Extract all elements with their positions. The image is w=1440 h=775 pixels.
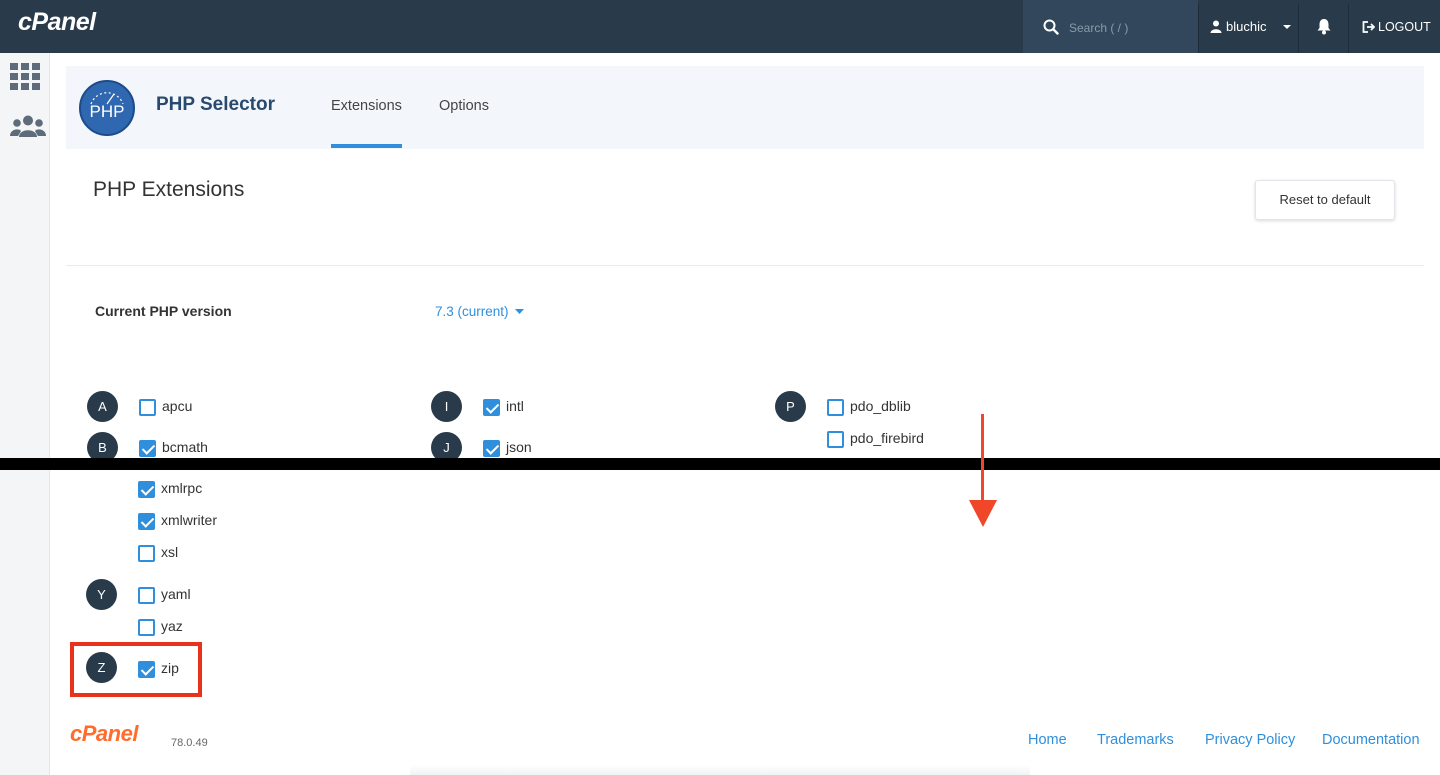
php-version-value: 7.3 (current) bbox=[435, 304, 509, 319]
footer-version: 78.0.49 bbox=[171, 737, 208, 749]
topbar-separator bbox=[1298, 4, 1299, 53]
php-logo-icon: PHP bbox=[79, 80, 135, 136]
checkbox-xmlrpc[interactable] bbox=[138, 481, 155, 498]
footer-link-privacy-policy[interactable]: Privacy Policy bbox=[1205, 732, 1295, 748]
app-header: PHP PHP Selector Extensions Options bbox=[66, 66, 1424, 149]
checkbox-yaml[interactable] bbox=[138, 587, 155, 604]
extension-label-pdo-firebird: pdo_firebird bbox=[850, 430, 924, 446]
page-title: PHP Selector bbox=[156, 94, 275, 115]
search-icon bbox=[1043, 19, 1059, 35]
reset-to-default-button[interactable]: Reset to default bbox=[1255, 180, 1395, 220]
extension-label-pdo-dblib: pdo_dblib bbox=[850, 398, 911, 414]
zip-highlight-box bbox=[70, 642, 202, 697]
topbar-separator bbox=[1198, 4, 1199, 53]
checkbox-intl[interactable] bbox=[483, 399, 500, 416]
tab-extensions[interactable]: Extensions bbox=[331, 98, 402, 114]
footer-shadow bbox=[410, 765, 1030, 775]
letter-badge-i: I bbox=[431, 391, 462, 422]
logout-icon bbox=[1362, 21, 1375, 33]
extension-label-xsl: xsl bbox=[161, 544, 179, 560]
extension-label-xmlrpc: xmlrpc bbox=[161, 480, 203, 496]
left-sidebar bbox=[0, 53, 50, 775]
chevron-down-icon bbox=[1283, 24, 1292, 29]
logout-button[interactable]: LOGOUT bbox=[1362, 20, 1431, 34]
checkbox-xsl[interactable] bbox=[138, 545, 155, 562]
checkbox-pdo-dblib[interactable] bbox=[827, 399, 844, 416]
active-tab-indicator bbox=[331, 144, 402, 148]
user-menu[interactable]: bluchic bbox=[1210, 19, 1292, 34]
search-placeholder: Search ( / ) bbox=[1069, 21, 1129, 35]
checkbox-bcmath[interactable] bbox=[139, 440, 156, 457]
tab-options[interactable]: Options bbox=[439, 98, 489, 114]
footer-link-home[interactable]: Home bbox=[1028, 732, 1067, 748]
footer-link-documentation[interactable]: Documentation bbox=[1322, 732, 1420, 748]
top-bar: cPanel Search ( / ) bluchic LOGOUT bbox=[0, 0, 1440, 53]
php-version-label: Current PHP version bbox=[95, 303, 232, 319]
arrow-down-icon bbox=[969, 500, 997, 527]
letter-badge-a: A bbox=[87, 391, 118, 422]
extension-label-apcu: apcu bbox=[162, 398, 193, 414]
caret-down-icon bbox=[514, 309, 524, 314]
screenshot-cut-bar bbox=[0, 458, 1440, 470]
logout-label: LOGOUT bbox=[1378, 20, 1431, 34]
footer-cpanel-logo[interactable]: cPanel bbox=[70, 721, 138, 747]
extension-label-yaz: yaz bbox=[161, 618, 183, 634]
user-icon bbox=[1210, 20, 1222, 33]
checkbox-apcu[interactable] bbox=[139, 399, 156, 416]
scroll-arrow-line bbox=[981, 414, 984, 506]
footer-link-trademarks[interactable]: Trademarks bbox=[1097, 732, 1174, 748]
extension-label-json: json bbox=[506, 439, 532, 455]
letter-badge-y: Y bbox=[86, 579, 117, 610]
extension-label-yaml: yaml bbox=[161, 586, 191, 602]
search-box[interactable]: Search ( / ) bbox=[1023, 0, 1198, 53]
extension-label-intl: intl bbox=[506, 398, 524, 414]
checkbox-xmlwriter[interactable] bbox=[138, 513, 155, 530]
topbar-separator bbox=[1348, 4, 1349, 53]
extension-label-bcmath: bcmath bbox=[162, 439, 208, 455]
grid-icon[interactable] bbox=[10, 63, 41, 90]
cpanel-logo[interactable]: cPanel bbox=[18, 8, 96, 37]
php-logo-text: PHP bbox=[89, 102, 125, 121]
checkbox-pdo-firebird[interactable] bbox=[827, 431, 844, 448]
username: bluchic bbox=[1226, 19, 1267, 34]
bell-icon[interactable] bbox=[1316, 18, 1332, 35]
divider bbox=[66, 265, 1424, 266]
extension-label-xmlwriter: xmlwriter bbox=[161, 512, 217, 528]
letter-badge-p: P bbox=[775, 391, 806, 422]
checkbox-yaz[interactable] bbox=[138, 619, 155, 636]
section-title: PHP Extensions bbox=[93, 178, 245, 201]
php-version-dropdown[interactable]: 7.3 (current) bbox=[435, 304, 524, 319]
users-icon[interactable] bbox=[10, 115, 46, 137]
checkbox-json[interactable] bbox=[483, 440, 500, 457]
